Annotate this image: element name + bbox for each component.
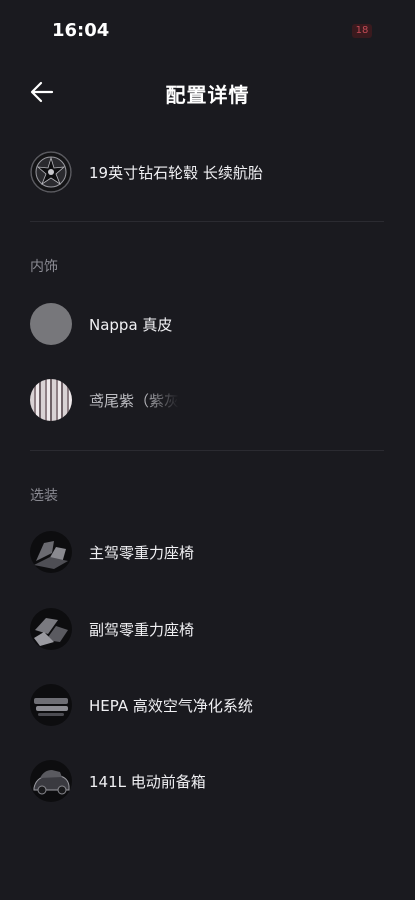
interior-leather-row[interactable]: Nappa 真皮 — [0, 296, 415, 352]
wheels-row[interactable]: 19英寸钻石轮毂 长续航胎 — [0, 144, 415, 200]
interior-item-label: 鸢尾紫（紫灰 — [89, 392, 180, 410]
car-thumbnail — [30, 760, 72, 802]
leather-swatch — [30, 303, 72, 345]
page-title: 配置详情 — [165, 83, 250, 107]
option-label: 主驾零重力座椅 — [89, 544, 195, 562]
wheel-thumbnail — [30, 151, 72, 193]
status-time: 16:04 — [52, 20, 110, 41]
color-swatch — [30, 379, 72, 421]
option-label: HEPA 高效空气净化系统 — [89, 697, 253, 715]
option-row-front-trunk[interactable]: 141L 电动前备箱 — [0, 753, 415, 809]
divider — [30, 221, 384, 222]
wheels-label: 19英寸钻石轮毂 长续航胎 — [89, 164, 263, 182]
interior-item-label: Nappa 真皮 — [89, 316, 173, 334]
option-label: 副驾零重力座椅 — [89, 621, 195, 639]
option-row-passenger-seat[interactable]: 副驾零重力座椅 — [0, 601, 415, 657]
divider — [30, 450, 384, 451]
status-bar: 16:04 18 — [0, 0, 415, 62]
battery-icon: 18 — [352, 24, 372, 38]
option-label: 141L 电动前备箱 — [89, 773, 206, 791]
option-row-air-purifier[interactable]: HEPA 高效空气净化系统 — [0, 677, 415, 733]
options-section-title: 选装 — [30, 488, 58, 504]
interior-section-title: 内饰 — [30, 259, 58, 275]
air-filter-thumbnail — [30, 684, 72, 726]
seat-thumbnail — [30, 531, 72, 573]
seat-thumbnail — [30, 608, 72, 650]
option-row-driver-seat[interactable]: 主驾零重力座椅 — [0, 524, 415, 580]
nav-bar: 配置详情 — [0, 62, 415, 122]
interior-color-row[interactable]: 鸢尾紫（紫灰 — [0, 372, 415, 428]
